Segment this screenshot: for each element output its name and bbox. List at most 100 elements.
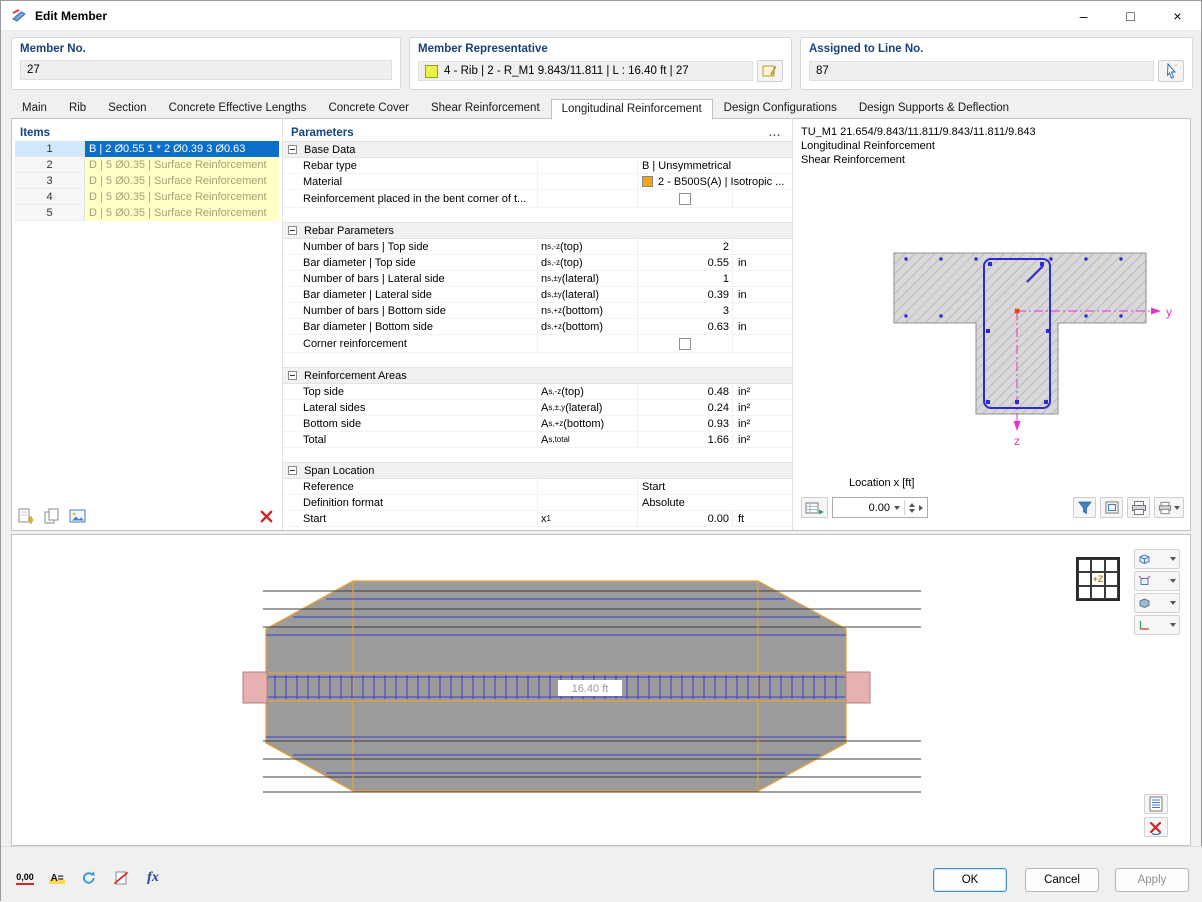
decimal-places-button[interactable]: 0,00	[13, 867, 37, 889]
items-row-4[interactable]: 4D | 5 Ø0.35 | Surface Reinforcement	[15, 189, 279, 205]
param-value[interactable]: 1	[638, 271, 732, 286]
param-row-number-of-bars-bottom-side[interactable]: Number of bars | Bottom sidens,+z (botto…	[283, 303, 792, 319]
view-cube-face-label[interactable]: +Z	[1091, 572, 1104, 585]
view-cube[interactable]: +Z	[1076, 557, 1120, 601]
param-row-corner-reinforcement[interactable]: Corner reinforcement	[283, 335, 792, 353]
tab-design-supports-deflection[interactable]: Design Supports & Deflection	[848, 98, 1020, 119]
location-x-spinner[interactable]: 0.00	[832, 497, 928, 518]
reinforcement-placed-in-the-bent-corner-of-t-checkbox[interactable]	[679, 193, 691, 205]
param-row-material[interactable]: Material2 - B500S(A) | Isotropic ...	[283, 174, 792, 190]
param-value[interactable]: 0.39	[638, 287, 732, 302]
new-item-button[interactable]	[16, 507, 36, 526]
tab-design-configurations[interactable]: Design Configurations	[713, 98, 848, 119]
param-row-bar-diameter-lateral-side[interactable]: Bar diameter | Lateral sideds,±y (latera…	[283, 287, 792, 303]
param-value[interactable]: 0.00	[638, 511, 732, 526]
member-view-panel[interactable]: 16.40 ft +Z	[11, 534, 1191, 846]
param-row-bar-diameter-top-side[interactable]: Bar diameter | Top sideds,-z (top)0.55in	[283, 255, 792, 271]
tab-longitudinal-reinforcement[interactable]: Longitudinal Reinforcement	[551, 99, 713, 120]
param-row-start[interactable]: Startx10.00ft	[283, 511, 792, 527]
edit-representative-icon	[762, 64, 778, 78]
items-row-1[interactable]: 1B | 2 Ø0.55 1 * 2 Ø0.39 3 Ø0.63	[15, 141, 279, 157]
param-value[interactable]: Start	[638, 479, 792, 494]
param-value[interactable]: 2	[638, 239, 732, 254]
param-row-bar-diameter-bottom-side[interactable]: Bar diameter | Bottom sideds,+z (bottom)…	[283, 319, 792, 335]
step-forward-icon[interactable]	[919, 505, 923, 511]
param-row-total[interactable]: TotalAs,total1.66in²	[283, 432, 792, 448]
param-row-definition-format[interactable]: Definition formatAbsolute	[283, 495, 792, 511]
param-value[interactable]: 0.48	[638, 384, 732, 399]
items-row-5[interactable]: 5D | 5 Ø0.35 | Surface Reinforcement	[15, 205, 279, 221]
param-value[interactable]: 0.63	[638, 319, 732, 334]
edit-representative-button[interactable]	[757, 60, 783, 82]
values-table-icon	[805, 500, 825, 516]
param-row-number-of-bars-top-side[interactable]: Number of bars | Top sidens,-z (top)2	[283, 239, 792, 255]
assigned-line-input[interactable]: 87	[809, 61, 1154, 81]
frame-view-button[interactable]	[1100, 497, 1123, 518]
tab-shear-reinforcement[interactable]: Shear Reinforcement	[420, 98, 551, 119]
items-list: 1B | 2 Ø0.55 1 * 2 Ø0.39 3 Ø0.632D | 5 Ø…	[15, 141, 279, 502]
copy-item-button[interactable]	[42, 507, 62, 526]
parameters-more-button[interactable]: ...	[766, 129, 784, 137]
items-row-2[interactable]: 2D | 5 Ø0.35 | Surface Reinforcement	[15, 157, 279, 173]
result-table-button[interactable]	[1144, 794, 1168, 814]
spin-down-icon[interactable]	[909, 509, 915, 513]
title-bar: Edit Member – □ ×	[1, 1, 1201, 31]
regenerate-button[interactable]	[77, 867, 101, 889]
param-value[interactable]: 3	[638, 303, 732, 318]
param-value[interactable]: 0.55	[638, 255, 732, 270]
delete-items-button[interactable]	[256, 507, 276, 526]
view-axes-button[interactable]	[1134, 615, 1180, 635]
print-button[interactable]	[1127, 497, 1150, 518]
param-symbol: As,+z (bottom)	[538, 416, 638, 431]
formula-button[interactable]: fx	[141, 867, 165, 889]
param-value[interactable]: 0.93	[638, 416, 732, 431]
param-value[interactable]: 2 - B500S(A) | Isotropic ...	[638, 174, 792, 189]
param-row-lateral-sides[interactable]: Lateral sidesAs,±,y (lateral)0.24in²	[283, 400, 792, 416]
tab-concrete-cover[interactable]: Concrete Cover	[317, 98, 420, 119]
filter-button[interactable]	[1073, 497, 1096, 518]
corner-reinforcement-checkbox[interactable]	[679, 338, 691, 350]
view-isometric-button[interactable]	[1134, 549, 1180, 569]
param-value[interactable]: 1.66	[638, 432, 732, 447]
tab-section[interactable]: Section	[97, 98, 157, 119]
items-row-3[interactable]: 3D | 5 Ø0.35 | Surface Reinforcement	[15, 173, 279, 189]
collapse-icon[interactable]	[288, 226, 297, 235]
member-no-input[interactable]: 27	[20, 60, 392, 80]
param-row-top-side[interactable]: Top sideAs,-z (top)0.48in²	[283, 384, 792, 400]
param-row-reinforcement-placed-in-the-bent-corner-of-t[interactable]: Reinforcement placed in the bent corner …	[283, 190, 792, 208]
ok-button[interactable]: OK	[933, 868, 1007, 892]
view-direction-button[interactable]	[1134, 571, 1180, 591]
report-icon	[1148, 796, 1164, 812]
collapse-icon[interactable]	[288, 371, 297, 380]
display-mode-button[interactable]	[1134, 593, 1180, 613]
units-button[interactable]: A=	[45, 867, 69, 889]
member-representative-field[interactable]: 4 - Rib | 2 - R_M1 9.843/11.811 | L : 16…	[418, 61, 753, 81]
close-button[interactable]: ×	[1154, 1, 1201, 30]
param-value[interactable]: Absolute	[638, 495, 792, 510]
minimize-button[interactable]: –	[1060, 1, 1107, 30]
cancel-button[interactable]: Cancel	[1025, 868, 1099, 892]
select-line-button[interactable]	[1158, 60, 1184, 82]
param-row-rebar-type[interactable]: Rebar typeB | Unsymmetrical	[283, 158, 792, 174]
tab-rib[interactable]: Rib	[58, 98, 97, 119]
collapse-icon[interactable]	[288, 466, 297, 475]
collapse-icon[interactable]	[288, 145, 297, 154]
param-row-number-of-bars-lateral-side[interactable]: Number of bars | Lateral sidens,±y (late…	[283, 271, 792, 287]
apply-button[interactable]: Apply	[1115, 868, 1189, 892]
section-values-button[interactable]	[801, 497, 828, 518]
param-value[interactable]: 0.24	[638, 400, 732, 415]
dropdown-caret-icon	[1170, 601, 1176, 605]
param-value[interactable]: B | Unsymmetrical	[638, 158, 792, 173]
location-dropdown-icon[interactable]	[894, 506, 900, 510]
exclude-button[interactable]	[109, 867, 133, 889]
items-title: Items	[20, 127, 50, 139]
maximize-button[interactable]: □	[1107, 1, 1154, 30]
tab-concrete-effective-lengths[interactable]: Concrete Effective Lengths	[158, 98, 318, 119]
tab-main[interactable]: Main	[11, 98, 58, 119]
print-options-button[interactable]	[1154, 497, 1184, 518]
clear-results-button[interactable]	[1144, 817, 1168, 837]
param-row-reference[interactable]: ReferenceStart	[283, 479, 792, 495]
spin-up-icon[interactable]	[909, 503, 915, 507]
import-items-button[interactable]	[68, 507, 88, 526]
param-row-bottom-side[interactable]: Bottom sideAs,+z (bottom)0.93in²	[283, 416, 792, 432]
